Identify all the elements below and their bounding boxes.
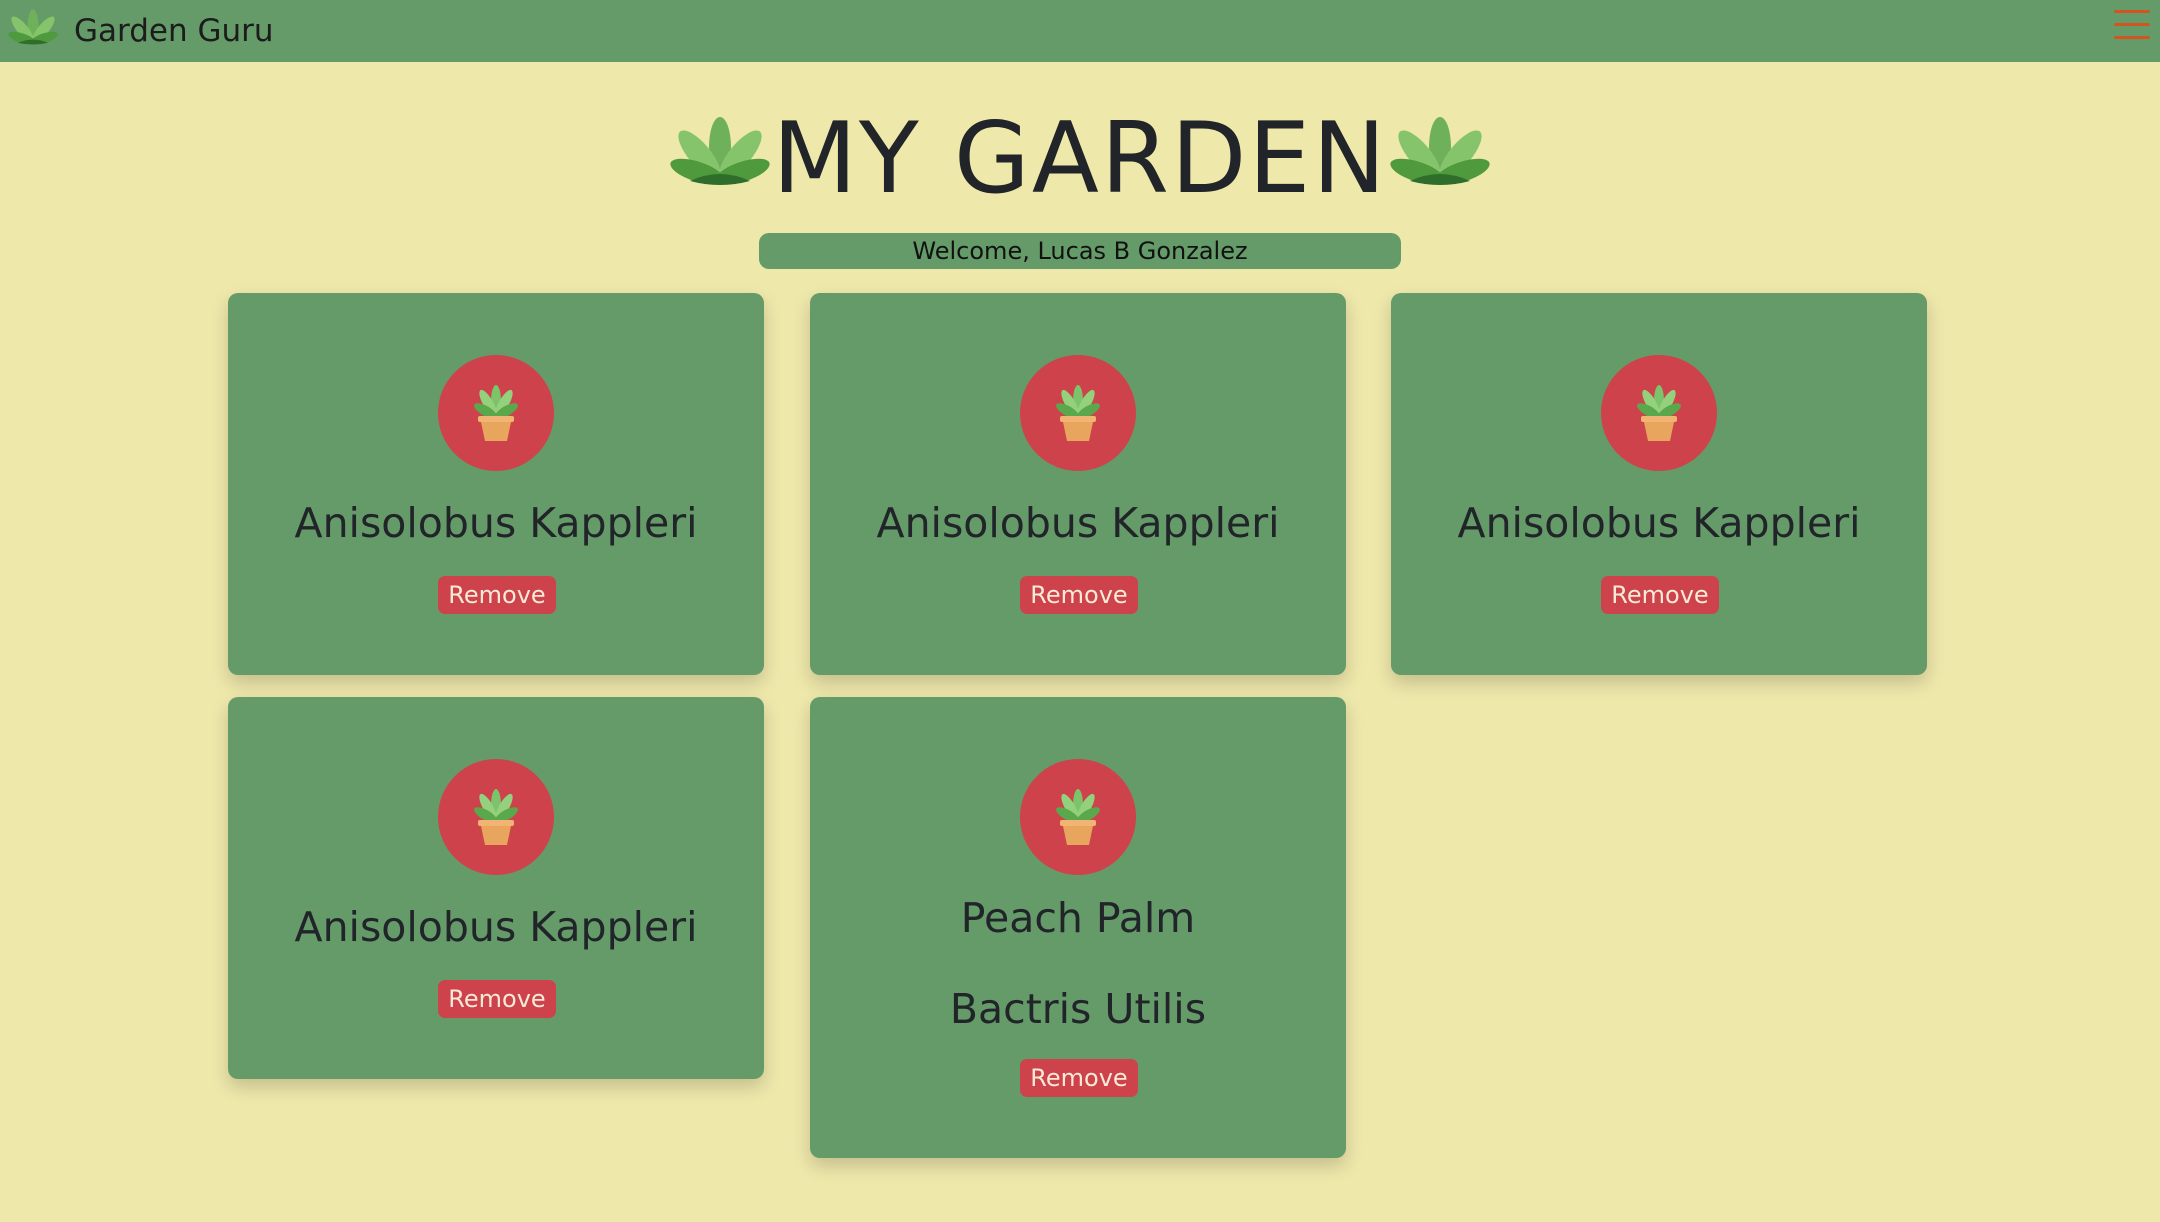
leaf-right-icon <box>1390 117 1490 185</box>
page-title: MY GARDEN <box>772 102 1388 216</box>
page-header: MY GARDEN <box>0 104 2160 214</box>
potted-plant-icon <box>1020 759 1136 875</box>
leaf-left-icon <box>670 117 770 185</box>
potted-plant-icon <box>438 759 554 875</box>
remove-button[interactable]: Remove <box>438 980 556 1018</box>
plant-common-name: Peach Palm <box>960 894 1196 942</box>
plant-name: Anisolobus Kappleri <box>294 499 698 547</box>
remove-button[interactable]: Remove <box>1020 1059 1138 1097</box>
remove-button[interactable]: Remove <box>1020 576 1138 614</box>
leaf-logo-icon[interactable] <box>6 4 60 58</box>
plant-scientific-name: Bactris Utilis <box>949 985 1207 1033</box>
brand-title[interactable]: Garden Guru <box>74 12 274 50</box>
plant-card: Peach Palm Bactris Utilis Remove <box>810 697 1346 1158</box>
plant-card: Anisolobus Kappleri Remove <box>228 293 764 675</box>
plant-card: Anisolobus Kappleri Remove <box>810 293 1346 675</box>
welcome-banner: Welcome, Lucas B Gonzalez <box>759 233 1401 269</box>
plant-name: Anisolobus Kappleri <box>876 499 1280 547</box>
potted-plant-icon <box>1020 355 1136 471</box>
potted-plant-icon <box>438 355 554 471</box>
remove-button[interactable]: Remove <box>1601 576 1719 614</box>
remove-button[interactable]: Remove <box>438 576 556 614</box>
plant-card: Anisolobus Kappleri Remove <box>1391 293 1927 675</box>
plant-card: Anisolobus Kappleri Remove <box>228 697 764 1079</box>
plant-name: Anisolobus Kappleri <box>294 903 698 951</box>
top-navbar: Garden Guru <box>0 0 2160 62</box>
potted-plant-icon <box>1601 355 1717 471</box>
hamburger-menu-icon[interactable] <box>2114 10 2152 52</box>
plant-name: Anisolobus Kappleri <box>1457 499 1861 547</box>
